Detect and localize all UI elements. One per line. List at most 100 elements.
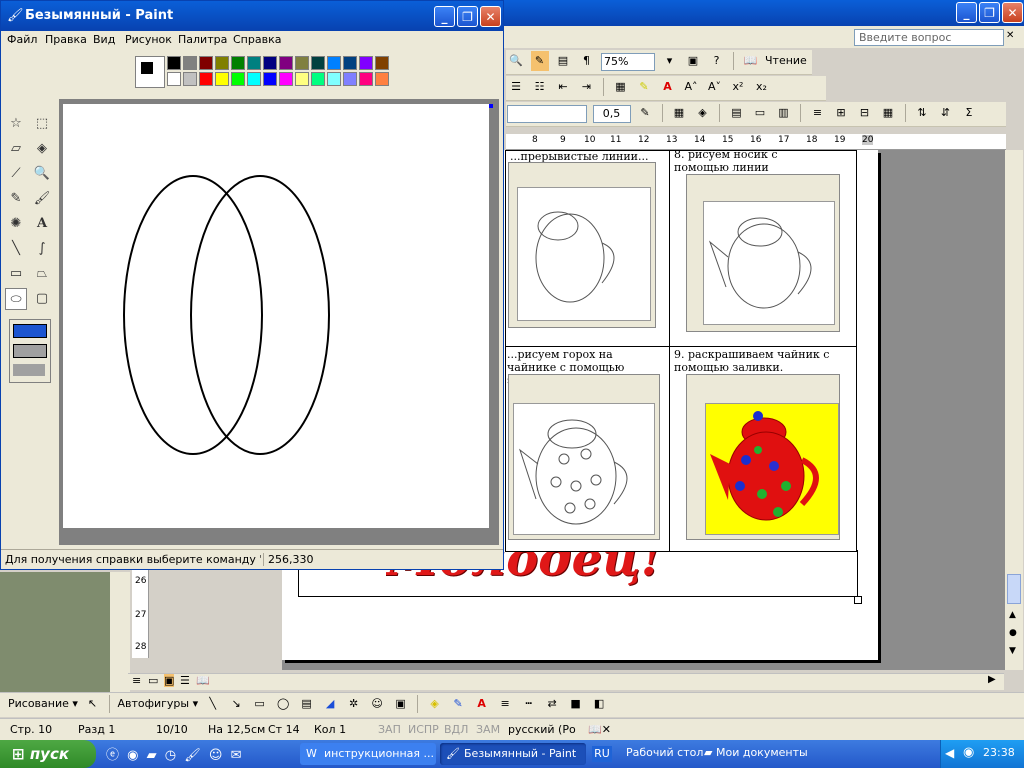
draw-font-color-icon[interactable]: A (473, 694, 491, 714)
scroll-right-icon[interactable]: ▶ (988, 674, 996, 685)
ask-question-input[interactable]: Введите вопрос (854, 29, 1004, 46)
palette-swatch[interactable] (311, 56, 325, 70)
3d-icon[interactable]: ◧ (590, 694, 608, 714)
palette-swatch[interactable] (263, 56, 277, 70)
ellipse-tool-icon[interactable]: ⬭ (5, 288, 27, 310)
palette-swatch[interactable] (327, 72, 341, 86)
airbrush-icon[interactable]: ✺ (5, 213, 27, 235)
free-select-icon[interactable]: ☆ (5, 113, 27, 135)
split-cells-icon[interactable]: ▥ (775, 103, 793, 123)
eraser-icon[interactable]: ▱ (5, 138, 27, 160)
resize-handle[interactable] (854, 596, 862, 604)
highlight-icon[interactable]: ✎ (635, 77, 653, 97)
fill-style-selector[interactable] (9, 319, 51, 383)
wordart-icon[interactable]: ◢ (321, 694, 339, 714)
palette-swatch[interactable] (295, 56, 309, 70)
menu-view[interactable]: Вид (93, 33, 115, 46)
word-maximize-button[interactable]: ❐ (979, 2, 1000, 23)
palette-swatch[interactable] (327, 56, 341, 70)
drawing-toggle-icon[interactable]: ✎ (530, 51, 549, 71)
merge-cells-icon[interactable]: ▭ (751, 103, 769, 123)
outside-border-icon[interactable]: ▦ (612, 77, 630, 97)
superscript-icon[interactable]: x² (729, 77, 747, 97)
paint-canvas[interactable] (63, 104, 489, 528)
border-color-icon[interactable]: ✎ (636, 103, 654, 123)
autoshapes-menu-button[interactable]: Автофигуры ▾ (117, 694, 198, 714)
rect-select-icon[interactable]: ⬚ (31, 113, 53, 135)
insert-table-icon[interactable]: ▤ (728, 103, 746, 123)
sum-icon[interactable]: Σ (960, 103, 978, 123)
palette-swatch[interactable] (167, 72, 181, 86)
menu-edit[interactable]: Правка (45, 33, 87, 46)
arrow-icon[interactable]: ↘ (227, 694, 245, 714)
fill-color-icon[interactable]: ◈ (426, 694, 444, 714)
paint-close-button[interactable]: ✕ (480, 6, 501, 27)
reading-mode-button[interactable]: Чтение (765, 51, 807, 71)
help-icon[interactable]: ? (708, 51, 726, 71)
borders-icon[interactable]: ▦ (670, 103, 688, 123)
task-word[interactable]: W инструкционная ... (300, 743, 436, 765)
sort-descending-icon[interactable]: ⇵ (937, 103, 955, 123)
status-rec[interactable]: ЗАП (378, 722, 401, 738)
zoom-dropdown-icon[interactable]: ▾ (661, 51, 679, 71)
research-icon[interactable]: 🔍 (507, 51, 525, 71)
palette-swatch[interactable] (279, 56, 293, 70)
palette-swatch[interactable] (183, 56, 197, 70)
palette-swatch[interactable] (231, 72, 245, 86)
read-icon[interactable]: ▣ (684, 51, 702, 71)
palette-swatch[interactable] (199, 56, 213, 70)
magnifier-icon[interactable]: 🔍 (31, 163, 53, 185)
menu-palette[interactable]: Палитра (178, 33, 227, 46)
autoformat-icon[interactable]: ▦ (879, 103, 897, 123)
desktop-toolbar[interactable]: Рабочий стол (626, 746, 703, 759)
palette-swatch[interactable] (247, 56, 261, 70)
palette-swatch[interactable] (231, 56, 245, 70)
shrink-font-icon[interactable]: A˅ (706, 77, 724, 97)
tray-app-icon[interactable]: ◉ (963, 745, 974, 760)
picture-icon[interactable]: ▣ (392, 694, 410, 714)
font-color-icon[interactable]: A (659, 77, 677, 97)
palette-swatch[interactable] (359, 56, 373, 70)
canvas-resize-handle[interactable] (489, 104, 493, 108)
rounded-rect-tool-icon[interactable]: ▢ (31, 288, 53, 310)
increase-indent-icon[interactable]: ⇥ (578, 77, 596, 97)
line-style-select[interactable] (507, 105, 587, 123)
palette-swatch[interactable] (247, 72, 261, 86)
fill-style-outline-fill[interactable] (13, 344, 47, 358)
folder-icon[interactable]: ▰ (147, 748, 157, 763)
shadow-icon[interactable]: ■ (567, 694, 585, 714)
palette-swatch[interactable] (375, 56, 389, 70)
status-overtype[interactable]: ЗАМ (476, 722, 500, 738)
polygon-tool-icon[interactable]: ⏢ (31, 263, 53, 285)
media-player-icon[interactable]: ◉ (127, 748, 138, 763)
palette-swatch[interactable] (199, 72, 213, 86)
foreground-color[interactable] (140, 61, 154, 75)
color-picker-icon[interactable]: ⟋ (5, 163, 27, 185)
bullets-icon[interactable]: ☷ (531, 77, 549, 97)
paint-minimize-button[interactable]: _ (434, 6, 455, 27)
palette-swatch[interactable] (359, 72, 373, 86)
pencil-icon[interactable]: ✎ (5, 188, 27, 210)
menu-file[interactable]: Файл (7, 33, 37, 46)
shading-icon[interactable]: ◈ (694, 103, 712, 123)
word-close-button[interactable]: ✕ (1002, 2, 1023, 23)
spelling-status-icon[interactable]: 📖✕ (588, 722, 611, 738)
align-icon[interactable]: ≡ (809, 103, 827, 123)
palette-swatch[interactable] (343, 72, 357, 86)
normal-view-icon[interactable]: ≡ (132, 674, 141, 687)
decrease-indent-icon[interactable]: ⇤ (554, 77, 572, 97)
curve-tool-icon[interactable]: ∫ (31, 238, 53, 260)
reading-mode-icon[interactable]: 📖 (742, 51, 760, 71)
menu-help[interactable]: Справка (233, 33, 281, 46)
text-tool-icon[interactable]: A (31, 213, 53, 235)
fill-style-outline[interactable] (13, 324, 47, 338)
vertical-ruler[interactable]: 26 27 28 (132, 570, 149, 658)
fill-bucket-icon[interactable]: ◈ (31, 138, 53, 160)
paint-maximize-button[interactable]: ❐ (457, 6, 478, 27)
browse-object-icon[interactable]: ● (1009, 628, 1017, 638)
word-minimize-button[interactable]: _ (956, 2, 977, 23)
fill-style-fill[interactable] (13, 364, 45, 376)
rectangle-icon[interactable]: ▭ (251, 694, 269, 714)
vertical-scroll-thumb[interactable] (1007, 574, 1021, 604)
task-paint[interactable]: 🖌 Безымянный - Paint (440, 743, 586, 765)
